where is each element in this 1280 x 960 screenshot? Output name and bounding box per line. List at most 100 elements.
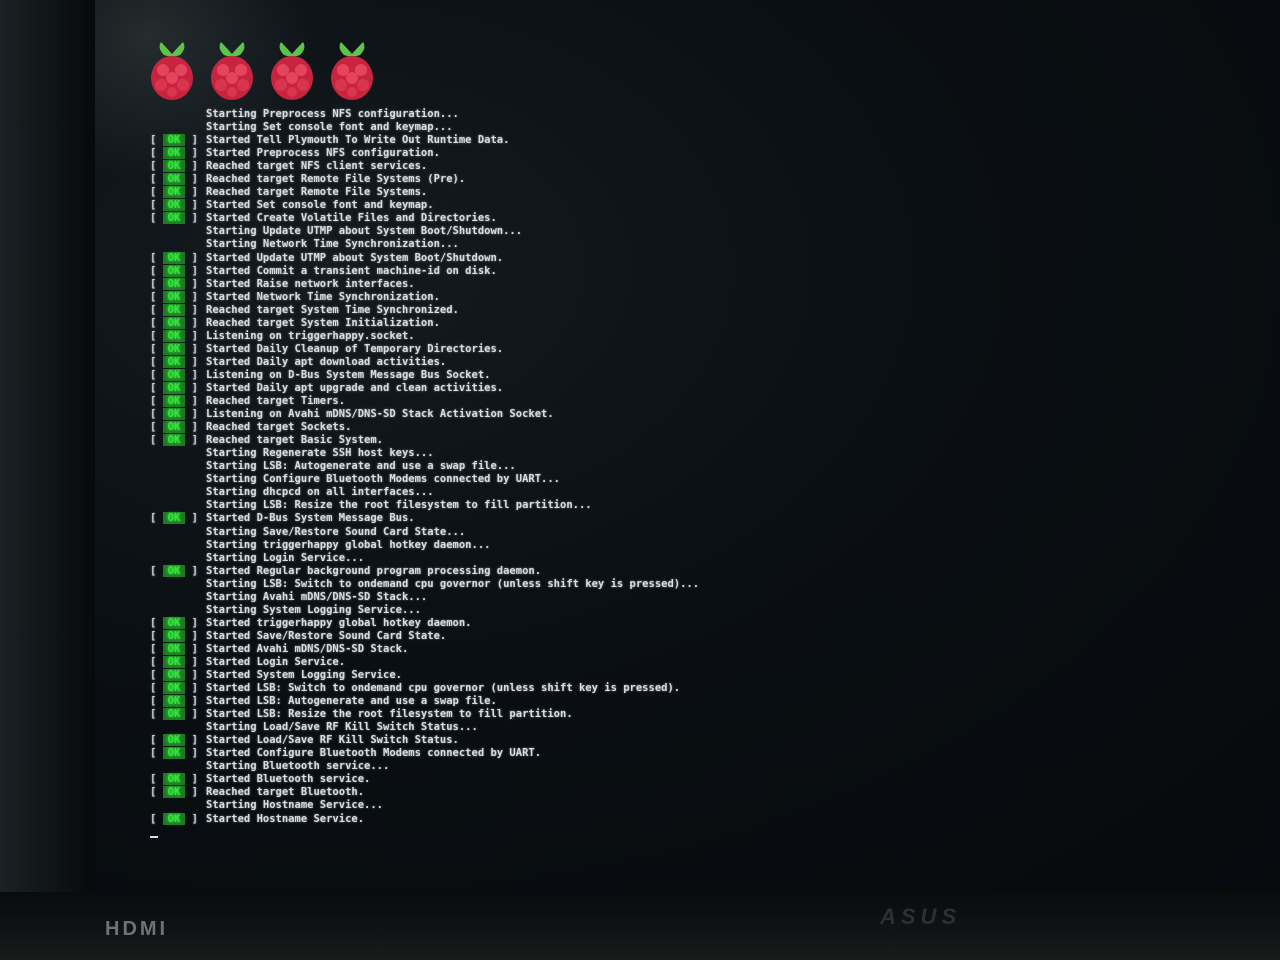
- boot-log-message: Starting Network Time Synchronization...: [206, 238, 459, 251]
- status-ok-badge: [ OK ]: [150, 355, 198, 368]
- boot-log-message: Reached target NFS client services.: [206, 160, 428, 173]
- boot-log-line: [ OK ] Started Save/Restore Sound Card St…: [150, 629, 1250, 643]
- status-ok-badge: [ OK ]: [150, 329, 198, 342]
- raspberry-icon: [151, 42, 193, 100]
- boot-log-line: [ OK ] Started LSB: Switch to ondemand cp…: [150, 682, 1250, 695]
- boot-log-message: Started LSB: Switch to ondemand cpu gove…: [206, 682, 681, 695]
- status-ok-badge: [ OK ]: [150, 682, 198, 695]
- boot-log-line: [ OK ] Started Configure Bluetooth Modems…: [150, 747, 1250, 760]
- boot-log-line: [ OK ] Started Create Volatile Files and …: [150, 212, 1250, 225]
- hdmi-logo: HDMI: [105, 918, 169, 940]
- status-ok-badge: [ OK ]: [150, 734, 198, 747]
- boot-log-message: Started Daily apt upgrade and clean acti…: [206, 381, 504, 394]
- status-ok-badge: [ OK ]: [150, 642, 198, 655]
- status-ok-badge: [ OK ]: [150, 616, 198, 629]
- boot-log-line: [ OK ] Reached target Sockets.: [150, 421, 1250, 434]
- status-ok-badge: [ OK ]: [150, 212, 198, 225]
- boot-log-message: Started LSB: Autogenerate and use a swap…: [206, 695, 497, 708]
- status-ok-badge: [ OK ]: [150, 381, 198, 394]
- monitor: Starting Preprocess NFS configuration...…: [0, 0, 1280, 960]
- boot-log-message: Starting LSB: Autogenerate and use a swa…: [206, 460, 516, 473]
- boot-log-line: [ OK ] Started Raise network interfaces.: [150, 277, 1250, 291]
- boot-log-line: Starting Preprocess NFS configuration...: [150, 108, 1250, 121]
- boot-log-line: Starting System Logging Service...: [150, 604, 1250, 617]
- raspberry-icon: [211, 42, 253, 100]
- boot-log-line: Starting triggerhappy global hotkey daem…: [150, 539, 1250, 552]
- boot-log-message: Listening on Avahi mDNS/DNS-SD Stack Act…: [206, 408, 554, 421]
- status-ok-badge: [ OK ]: [150, 708, 198, 721]
- boot-log-line: Starting LSB: Switch to ondemand cpu gov…: [150, 578, 1250, 591]
- status-ok-badge: [ OK ]: [150, 342, 198, 355]
- boot-log-line: [ OK ] Started Set console font and keyma…: [150, 199, 1250, 212]
- boot-log-line: [ OK ] Reached target System Initializati…: [150, 316, 1250, 330]
- boot-log-line: [ OK ] Started System Logging Service.: [150, 669, 1250, 682]
- boot-log-message: Starting Avahi mDNS/DNS-SD Stack...: [206, 590, 428, 603]
- boot-log-line: Starting LSB: Autogenerate and use a swa…: [150, 460, 1250, 473]
- boot-log-message: Starting System Logging Service...: [206, 603, 421, 616]
- boot-log-line: [ OK ] Started Hostname Service.: [150, 812, 1250, 826]
- boot-log-message: Listening on D-Bus System Message Bus So…: [206, 368, 491, 381]
- boot-log-message: Started Hostname Service.: [206, 812, 365, 825]
- boot-log-line: Starting Update UTMP about System Boot/S…: [150, 225, 1250, 238]
- boot-log-message: Reached target Sockets.: [206, 421, 352, 434]
- status-ok-badge: [ OK ]: [150, 251, 198, 264]
- status-ok-badge: [ OK ]: [150, 655, 198, 668]
- boot-log-line: Starting Configure Bluetooth Modems conn…: [150, 473, 1250, 486]
- boot-log-line: Starting Hostname Service...: [150, 799, 1250, 812]
- boot-log-message: Started triggerhappy global hotkey daemo…: [206, 616, 472, 629]
- boot-log-message: Started Login Service.: [206, 655, 346, 668]
- boot-log-line: [ OK ] Started Tell Plymouth To Write Out…: [150, 134, 1250, 147]
- boot-log-line: [ OK ] Started Daily Cleanup of Temporary…: [150, 342, 1250, 356]
- boot-log-message: Starting Hostname Service...: [206, 799, 384, 812]
- status-ok-badge: [ OK ]: [150, 303, 198, 316]
- boot-log-line: Starting Avahi mDNS/DNS-SD Stack...: [150, 591, 1250, 604]
- status-ok-badge: [ OK ]: [150, 773, 198, 786]
- boot-log-message: Started Set console font and keymap.: [206, 199, 434, 212]
- status-ok-badge: [ OK ]: [150, 695, 198, 708]
- status-ok-badge: [ OK ]: [150, 669, 198, 682]
- boot-log-line: [ OK ] Listening on D-Bus System Message …: [150, 368, 1250, 382]
- boot-log-message: Starting dhcpcd on all interfaces...: [206, 486, 434, 499]
- boot-log-line: [ OK ] Started Regular background program…: [150, 564, 1250, 578]
- boot-log-line: [ OK ] Reached target Remote File Systems…: [150, 173, 1250, 186]
- boot-log-line: [ OK ] Started LSB: Autogenerate and use …: [150, 695, 1250, 708]
- terminal-cursor: [150, 835, 158, 838]
- boot-log-line: Starting Save/Restore Sound Card State..…: [150, 526, 1250, 539]
- boot-log-line: [ OK ] Started Bluetooth service.: [150, 773, 1250, 786]
- raspberry-icon: [271, 42, 313, 100]
- boot-log-message: Starting Update UTMP about System Boot/S…: [206, 225, 523, 238]
- boot-log-message: Reached target System Time Synchronized.: [206, 303, 459, 316]
- boot-log-message: Starting Regenerate SSH host keys...: [206, 447, 434, 460]
- boot-log-line: [ OK ] Reached target Bluetooth.: [150, 786, 1250, 799]
- boot-log-message: Starting LSB: Switch to ondemand cpu gov…: [206, 577, 700, 590]
- boot-log-message: Starting Configure Bluetooth Modems conn…: [206, 473, 561, 486]
- boot-log-message: Started Raise network interfaces.: [206, 277, 415, 290]
- boot-log-line: [ OK ] Reached target System Time Synchro…: [150, 303, 1250, 317]
- boot-log-message: Starting Load/Save RF Kill Switch Status…: [206, 721, 478, 734]
- status-ok-badge: [ OK ]: [150, 395, 198, 408]
- boot-log-message: Starting Set console font and keymap...: [206, 121, 453, 134]
- raspberry-icon: [331, 42, 373, 100]
- boot-log-message: Starting Preprocess NFS configuration...: [206, 108, 459, 120]
- brand-logo: ASUS: [880, 904, 962, 929]
- boot-log-line: [ OK ] Reached target Basic System.: [150, 434, 1250, 447]
- boot-log-line: [ OK ] Reached target NFS client services…: [150, 160, 1250, 173]
- boot-log-line: [ OK ] Started Update UTMP about System B…: [150, 251, 1250, 265]
- status-ok-badge: [ OK ]: [150, 199, 198, 212]
- boot-log-message: Started Commit a transient machine-id on…: [206, 264, 497, 277]
- boot-log-message: Starting Bluetooth service...: [206, 760, 390, 773]
- monitor-bezel-bottom: [0, 892, 1280, 960]
- boot-log-line: Starting dhcpcd on all interfaces...: [150, 486, 1250, 499]
- boot-log-line: [ OK ] Started triggerhappy global hotkey…: [150, 616, 1250, 630]
- status-ok-badge: [ OK ]: [150, 812, 198, 825]
- status-ok-badge: [ OK ]: [150, 368, 198, 381]
- boot-log-line: [ OK ] Started D-Bus System Message Bus.: [150, 512, 1250, 525]
- status-ok-badge: [ OK ]: [150, 434, 198, 447]
- boot-log-message: Started Avahi mDNS/DNS-SD Stack.: [206, 642, 409, 655]
- boot-log-message: Started Save/Restore Sound Card State.: [206, 629, 447, 642]
- boot-log-message: Started Daily Cleanup of Temporary Direc…: [206, 342, 504, 355]
- boot-log-line: Starting Set console font and keymap...: [150, 121, 1250, 134]
- boot-log-line: Starting Network Time Synchronization...: [150, 238, 1250, 251]
- boot-log-line: Starting Bluetooth service...: [150, 760, 1250, 773]
- boot-log-line: [ OK ] Started Avahi mDNS/DNS-SD Stack.: [150, 642, 1250, 656]
